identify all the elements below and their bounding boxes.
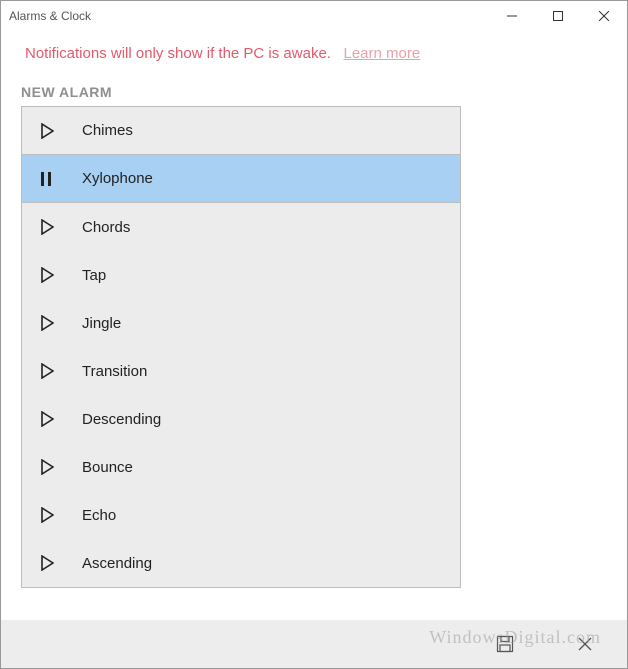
sound-item[interactable]: Ascending [22, 539, 460, 587]
cancel-icon [578, 637, 592, 651]
play-icon[interactable] [40, 459, 58, 475]
cancel-button[interactable] [573, 632, 597, 656]
sound-item-label: Chords [58, 219, 130, 236]
sound-list: Chimes Xylophone Chords Tap Jingle Transition… [21, 106, 461, 588]
window-titlebar: Alarms & Clock [1, 1, 627, 31]
sound-item-label: Transition [58, 363, 147, 380]
sound-item[interactable]: Descending [22, 395, 460, 443]
pause-icon[interactable] [40, 171, 58, 187]
play-icon[interactable] [40, 315, 58, 331]
sound-item-label: Descending [58, 411, 161, 428]
save-icon [496, 635, 514, 653]
play-icon[interactable] [40, 411, 58, 427]
maximize-button[interactable] [535, 1, 581, 31]
sound-item[interactable]: Bounce [22, 443, 460, 491]
maximize-icon [553, 11, 563, 21]
window-title: Alarms & Clock [9, 9, 489, 23]
sound-item-label: Echo [58, 507, 116, 524]
play-icon[interactable] [40, 267, 58, 283]
sound-item-label: Tap [58, 267, 106, 284]
play-icon[interactable] [40, 507, 58, 523]
save-button[interactable] [493, 632, 517, 656]
minimize-button[interactable] [489, 1, 535, 31]
sound-item[interactable]: Jingle [22, 299, 460, 347]
window-content: Notifications will only show if the PC i… [1, 31, 627, 620]
sound-item[interactable]: Tap [22, 251, 460, 299]
window-controls [489, 1, 627, 31]
sound-item[interactable]: Chords [22, 203, 460, 251]
sound-item-label: Bounce [58, 459, 133, 476]
notification-banner: Notifications will only show if the PC i… [21, 31, 607, 84]
learn-more-link[interactable]: Learn more [343, 45, 420, 62]
close-icon [599, 11, 609, 21]
play-icon[interactable] [40, 555, 58, 571]
play-icon[interactable] [40, 219, 58, 235]
play-icon[interactable] [40, 363, 58, 379]
sound-item[interactable]: Chimes [22, 107, 460, 155]
sound-item-label: Jingle [58, 315, 121, 332]
minimize-icon [507, 11, 517, 21]
sound-item[interactable]: Transition [22, 347, 460, 395]
sound-item[interactable]: Echo [22, 491, 460, 539]
close-button[interactable] [581, 1, 627, 31]
sound-item-label: Chimes [58, 122, 133, 139]
sound-item-label: Ascending [58, 555, 152, 572]
sound-item-label: Xylophone [58, 170, 153, 187]
sound-item[interactable]: Xylophone [22, 155, 460, 203]
notification-text: Notifications will only show if the PC i… [25, 45, 331, 62]
section-heading: NEW ALARM [21, 84, 607, 106]
bottom-command-bar [1, 620, 627, 668]
play-icon[interactable] [40, 123, 58, 139]
